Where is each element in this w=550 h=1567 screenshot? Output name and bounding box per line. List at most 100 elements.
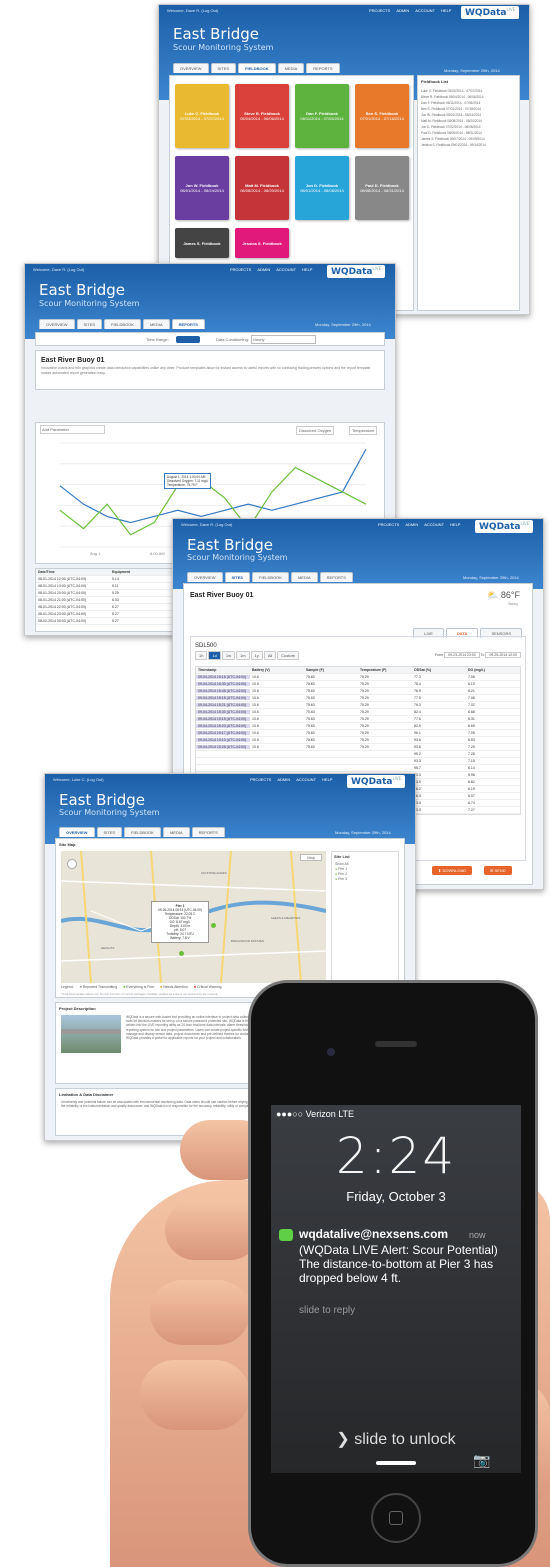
notification-message[interactable]: (WQData LIVE Alert: Scour Potential) The… [299,1243,509,1285]
nav-help[interactable]: HELP [302,267,312,272]
add-parameter-input[interactable]: Add Parameter [40,425,105,434]
site-marker[interactable] [179,951,184,956]
fieldbook-card[interactable]: Jessica S. Fieldbook [235,228,289,258]
fieldbook-list-item[interactable]: Dan F. Fieldbook 06/11/2014 - 07/05/2014 [421,101,516,105]
welcome-text[interactable]: Welcome, Dave R. (Log Out) [33,267,84,272]
fieldbook-list-item[interactable]: Jon D. Fieldbook 07/02/2014 - 08/08/2014 [421,125,516,129]
range-button[interactable]: 1w [221,651,236,660]
fieldbook-card[interactable]: Jon W. Fieldbook 08/01/2014 - 08/24/2014 [175,156,229,220]
nav-projects[interactable]: PROJECTS [230,267,251,272]
tab-sites[interactable]: SITES [76,319,103,329]
fieldbook-card[interactable]: Dan F. Fieldbook 06/11/2014 - 07/05/2014 [295,84,349,148]
map-type-select[interactable]: Map [300,854,322,861]
tab-media[interactable]: MEDIA [277,63,305,73]
table-row[interactable]: 08-01-2014 22:00 (UTC-04:00) 6.27 [36,604,184,611]
column-header[interactable]: DO (mg/L) [466,668,520,672]
range-button[interactable]: 1y [250,651,263,660]
table-row[interactable]: 08-01-2014 23:00 (UTC-04:00) 5.27 [36,611,184,618]
legend-temperature[interactable]: Temperature [349,426,378,435]
fieldbook-card[interactable]: Ben S. Fieldbook 07/01/2014 - 07/18/2014 [355,84,409,148]
site-list-item[interactable]: ● Pier 3 [335,877,395,881]
column-header[interactable]: Timestamp [196,668,250,672]
tab-sites[interactable]: SITES [224,572,251,582]
table-row[interactable]: 09-04-2014 15:45 (UTC-04:00) 10.6 75.63 75.… [196,688,520,695]
table-row[interactable]: 08-01-2014 13:00 (UTC-04:00) 5.11 [36,583,184,590]
welcome-text[interactable]: Welcome, Dave R. (Log Out) [167,8,218,13]
range-button[interactable]: 1h [195,651,208,660]
slide-to-unlock[interactable]: ❯ slide to unlock [271,1429,521,1449]
fieldbook-list-item[interactable]: Paul D. Fieldbook 08/08/2014 - 08/31/201… [421,131,516,135]
nav-account[interactable]: ACCOUNT [424,522,444,527]
fieldbook-list-item[interactable]: Jon W. Fieldbook 08/01/2014 - 08/24/2014 [421,113,516,117]
tab-fieldbook[interactable]: FIELDBOOK [252,572,289,582]
fieldbook-list-item[interactable]: Matt M. Fieldbook 08/08/2014 - 08/20/201… [421,119,516,123]
slide-to-reply[interactable]: slide to reply [299,1305,355,1316]
tab-overview[interactable]: OVERVIEW [187,572,223,582]
tab-fieldbook[interactable]: FIELDBOOK [104,319,141,329]
series-line-0[interactable] [59,448,367,524]
legend-dissolved-oxygen[interactable]: Dissolved Oxygen [296,426,335,435]
nav-projects[interactable]: PROJECTS [378,522,399,527]
fieldbook-card[interactable]: Matt M. Fieldbook 08/08/2014 - 08/20/2014 [235,156,289,220]
site-list-item[interactable]: ● Pier 1 [335,867,395,871]
column-header[interactable]: Battery (V) [250,668,304,672]
download-button[interactable]: ⬇ DOWNLOAD [432,866,473,875]
from-input[interactable]: 09-23-2014 23:00 [444,652,480,658]
tab-fieldbook[interactable]: FIELDBOOK [124,827,161,837]
table-row[interactable]: 09-04-2014 15:25 (UTC-04:00) 10.6 75.63 75.… [196,744,520,751]
tab-media[interactable]: MEDIA [162,827,190,837]
nav-account[interactable]: ACCOUNT [276,267,296,272]
table-row[interactable]: 09-04-2014 15:10 (UTC-04:00) 10.6 75.63 75.… [196,737,520,744]
tab-sites[interactable]: SITES [96,827,123,837]
fieldbook-list-item[interactable]: Steve R. Fieldbook 05/04/2014 - 06/06/20… [421,95,516,99]
nav-projects[interactable]: PROJECTS [369,8,390,13]
table-row[interactable]: 09-04-2014 15:30 (UTC-04:00) 10.6 75.63 75.… [196,681,520,688]
table-row[interactable]: 08-01-2014 21:00 (UTC-04:00) 6.03 [36,597,184,604]
table-row[interactable]: 08-01-2014 20:00 (UTC-04:00) 5.25 [36,590,184,597]
welcome-text[interactable]: Welcome, Luke C. (Log Out) [53,777,104,782]
table-row[interactable]: 93.3 7.15 [196,758,520,765]
column-header[interactable]: ODSat (%) [412,668,466,672]
fieldbook-list-item[interactable]: James S. Fieldbook 09/07/2014 - 09/09/20… [421,137,516,141]
table-row[interactable]: 08-02-2014 00:00 (UTC-04:00) 5.27 [36,618,184,625]
site-list-item[interactable]: ● Pier 2 [335,872,395,876]
range-button[interactable]: All [263,651,277,660]
nav-projects[interactable]: PROJECTS [250,777,271,782]
col-datetime[interactable]: Date/Time [36,570,110,574]
nav-account[interactable]: ACCOUNT [296,777,316,782]
table-row[interactable]: 95.7 6.14 [196,765,520,772]
table-row[interactable]: 09-04-2014 15:15 (UTC-04:00) 10.6 75.63 75.… [196,695,520,702]
tab-overview[interactable]: OVERVIEW [173,63,209,73]
wqdata-logo[interactable]: WQDataLIVE [347,775,406,788]
range-button[interactable]: 1m [236,651,250,660]
nav-admin[interactable]: ADMIN [257,267,270,272]
camera-icon[interactable]: 📷 [473,1452,490,1469]
nav-help[interactable]: HELP [322,777,332,782]
range-button[interactable]: 1d [208,651,221,660]
nav-help[interactable]: HELP [441,8,451,13]
tab-sites[interactable]: SITES [210,63,237,73]
home-button[interactable] [371,1493,421,1543]
nav-admin[interactable]: ADMIN [277,777,290,782]
fieldbook-list-item[interactable]: Ben S. Fieldbook 07/01/2014 - 07/18/2014 [421,107,516,111]
table-row[interactable]: 09-04-2014 15:17 (UTC-04:00) 10.6 75.63 75.… [196,730,520,737]
site-marker[interactable] [211,923,216,928]
table-row[interactable]: 95.2 7.28 [196,751,520,758]
fieldbook-list-item[interactable]: Jessica S. Fieldbook 09/01/2014 - 09/14/… [421,143,516,147]
tab-reports[interactable]: REPORTS [319,572,353,582]
column-header[interactable]: Temperature (F) [358,668,412,672]
send-button[interactable]: ✉ SEND [484,866,512,875]
nav-admin[interactable]: ADMIN [396,8,409,13]
map-zoom-control[interactable] [67,859,77,869]
tab-reports[interactable]: REPORTS [306,63,340,73]
table-row[interactable]: 09-04-2014 15:20 (UTC-04:00) 10.6 75.63 75.… [196,723,520,730]
fieldbook-card[interactable]: Jon D. Fieldbook 08/01/2014 - 08/08/2014 [295,156,349,220]
fieldbook-card[interactable]: James S. Fieldbook [175,228,229,258]
tab-reports[interactable]: REPORTS [191,827,225,837]
column-header[interactable]: Sample (F) [304,668,358,672]
notification-sender[interactable]: wqdatalive@nexsens.com [299,1227,448,1241]
range-button[interactable]: Custom [277,651,300,660]
fieldbook-list-item[interactable]: Luke C. Fieldbook 03/02/2014 - 07/07/201… [421,89,516,93]
time-range-buttons[interactable] [176,336,200,343]
table-row[interactable]: 09-04-2014 15:15 (UTC-04:00) 10.6 75.63 75.… [196,674,520,681]
